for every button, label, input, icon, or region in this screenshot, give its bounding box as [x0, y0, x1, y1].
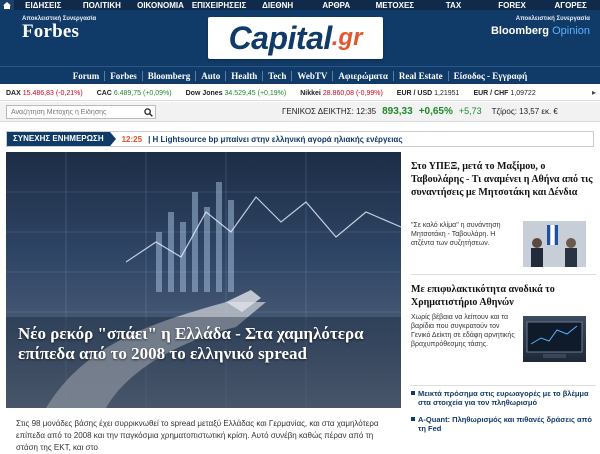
home-icon[interactable] — [0, 0, 14, 10]
ticker-value: 15.486,83 — [22, 89, 54, 97]
ticker-value: 34.529,45 — [224, 89, 256, 97]
hero-headline[interactable]: Νέο ρεκόρ "σπάει" η Ελλάδα - Στα χαμηλότ… — [18, 324, 388, 364]
side-bullet-link[interactable]: A-Quant: Πληθωρισμός και πιθανές δράσεις… — [411, 415, 596, 433]
cat-forbes[interactable]: Forbes — [105, 70, 143, 81]
login-register-link[interactable]: Είσοδος - Εγγραφή — [449, 71, 533, 81]
cat-auto[interactable]: Auto — [196, 70, 227, 81]
bloomberg-opinion: Opinion — [552, 25, 590, 37]
ticker-change: (-0,21%) — [55, 89, 83, 97]
capital-logo-tld: .gr — [331, 24, 363, 51]
ticker-value: 28.860,08 — [322, 89, 354, 97]
ticker-value: 1,21951 — [434, 89, 460, 97]
cat-forum[interactable]: Forum — [68, 70, 106, 81]
bloomberg-name: Bloomberg — [490, 25, 550, 37]
ticker-name: EUR / CHF — [473, 89, 509, 97]
cat-tech[interactable]: Tech — [263, 70, 293, 81]
topnav-item-politics[interactable]: ΠΟΛΙΤΙΚΗ — [73, 1, 132, 10]
topnav-item-articles[interactable]: ΑΡΘΡΑ — [307, 1, 366, 10]
divider — [411, 274, 596, 275]
index-value: 893,33 — [382, 106, 413, 117]
cat-bloomberg[interactable]: Bloomberg — [143, 70, 197, 81]
hero-excerpt: Στις 98 μονάδες βάσης έχει συρρικνωθεί τ… — [16, 419, 379, 452]
index-label: ΓΕΝΙΚΟΣ ΔΕΙΚΤΗΣ: 12:35 — [282, 107, 377, 116]
cat-webtv[interactable]: WebTV — [292, 70, 334, 81]
cat-real-estate[interactable]: Real Estate — [394, 70, 449, 81]
market-ticker: DAX 15.486,83 (-0,21%) CAC 6.489,75 (+0,… — [0, 86, 600, 101]
ticker-change: (-0,99%) — [355, 89, 383, 97]
ticker-item[interactable]: DAX 15.486,83 (-0,21%) — [6, 90, 83, 97]
ticker-value: 6.489,75 — [113, 89, 142, 97]
latest-news-arrow — [109, 132, 116, 146]
ticker-arrow-icon[interactable]: ▸ — [592, 88, 596, 97]
capital-logo-main: Capital — [228, 19, 333, 56]
ticker-name: Dow Jones — [185, 89, 223, 97]
ticker-value: 1,09722 — [510, 89, 536, 97]
latest-news-time: 12:25 — [121, 134, 143, 144]
ticker-change: (+0,19%) — [257, 89, 287, 97]
forbes-logo: Forbes — [22, 21, 80, 42]
bloomberg-opinion-logo: Bloomberg Opinion — [491, 25, 590, 37]
side-story-1-title[interactable]: Στο ΥΠΕΞ, μετά το Μαξίμου, ο Ταβουλάρης … — [411, 160, 596, 199]
topnav-item-tax[interactable]: TAX — [424, 1, 483, 10]
index-volume: Τζίρος: 13,57 εκ. € — [491, 107, 558, 116]
ticker-name: CAC — [96, 89, 112, 97]
top-nav: ΕΙΔΗΣΕΙΣ ΠΟΛΙΤΙΚΗ ΟΙΚΟΝΟΜΙΑ ΕΠΙΧΕΙΡΗΣΕΙΣ… — [0, 0, 600, 10]
search-icon[interactable] — [144, 108, 153, 117]
hero-image — [6, 152, 401, 408]
divider — [411, 385, 596, 386]
topnav-item-markets[interactable]: ΑΓΟΡΕΣ — [541, 1, 600, 10]
category-nav: Forum Forbes Bloomberg Auto Health Tech … — [0, 66, 600, 84]
ticker-item[interactable]: Dow Jones 34.529,45 (+0,19%) — [186, 90, 287, 97]
bloomberg-tagline: Αποκλειστική Συνεργασία — [515, 16, 590, 22]
ticker-item[interactable]: EUR / CHF 1,09722 — [473, 90, 535, 97]
latest-news-bar: ΣΥΝΕΧΗΣ ΕΝΗΜΕΡΩΣΗ 12:25 | Η Lightsource … — [6, 131, 594, 147]
general-index[interactable]: ΓΕΝΙΚΟΣ ΔΕΙΚΤΗΣ: 12:35 893,33 +0,65% +5,73 Τ… — [282, 106, 558, 117]
topnav-item-forex[interactable]: FOREX — [483, 1, 542, 10]
ticker-name: Nikkei — [300, 89, 321, 97]
side-story-1-image[interactable] — [523, 221, 586, 267]
topnav-item-news[interactable]: ΕΙΔΗΣΕΙΣ — [14, 1, 73, 10]
bloomberg-partner-link[interactable]: Αποκλειστική Συνεργασία Bloomberg Opinio… — [491, 16, 590, 37]
ticker-item[interactable]: Nikkei 28.860,08 (-0,99%) — [300, 90, 383, 97]
ticker-change: (+0,09%) — [143, 89, 172, 97]
side-story-2-excerpt: Χωρίς βέβαια να λείπουν και τα βαρίδια π… — [411, 314, 515, 348]
hero-article[interactable]: Νέο ρεκόρ "σπάει" η Ελλάδα - Στα χαμηλότ… — [6, 152, 401, 408]
side-story-1-excerpt: "Σε καλό κλίμα" η συνάντηση Μητσοτάκη - … — [411, 222, 501, 247]
side-story-2-title[interactable]: Με επιφυλακτικότητα ανοδικά το Χρηματιστ… — [411, 283, 596, 309]
cat-features[interactable]: Αφιερώματα — [333, 70, 394, 81]
latest-news-headline[interactable]: | Η Lightsource bp μπαίνει στην ελληνική… — [148, 135, 402, 144]
side-story-2-image[interactable] — [523, 316, 586, 362]
latest-news-label: ΣΥΝΕΧΗΣ ΕΝΗΜΕΡΩΣΗ — [7, 132, 110, 146]
cat-health[interactable]: Health — [226, 70, 264, 81]
ticker-item[interactable]: EUR / USD 1,21951 — [397, 90, 460, 97]
forbes-partner-link[interactable]: Αποκλειστική Συνεργασία Forbes — [22, 16, 96, 43]
capital-logo[interactable]: Capital .gr — [208, 17, 383, 59]
topnav-item-economy[interactable]: ΟΙΚΟΝΟΜΙΑ — [131, 1, 190, 10]
ticker-name: DAX — [6, 89, 21, 97]
ticker-item[interactable]: CAC 6.489,75 (+0,09%) — [97, 90, 172, 97]
index-percent: +0,65% — [418, 106, 453, 117]
topnav-item-business[interactable]: ΕΠΙΧΕΙΡΗΣΕΙΣ — [190, 1, 249, 10]
topnav-item-stocks[interactable]: ΜΕΤΟΧΕΣ — [366, 1, 425, 10]
site-header: Αποκλειστική Συνεργασία Forbes Capital .g… — [0, 10, 600, 66]
topnav-item-world[interactable]: ΔΙΕΘΝΗ — [248, 1, 307, 10]
search-input[interactable] — [6, 105, 156, 119]
ticker-name: EUR / USD — [396, 89, 433, 97]
side-bullet-link[interactable]: Μεικτά πρόσημα στις ευρωαγορές με το βλέ… — [411, 389, 596, 407]
index-change: +5,73 — [458, 106, 482, 116]
